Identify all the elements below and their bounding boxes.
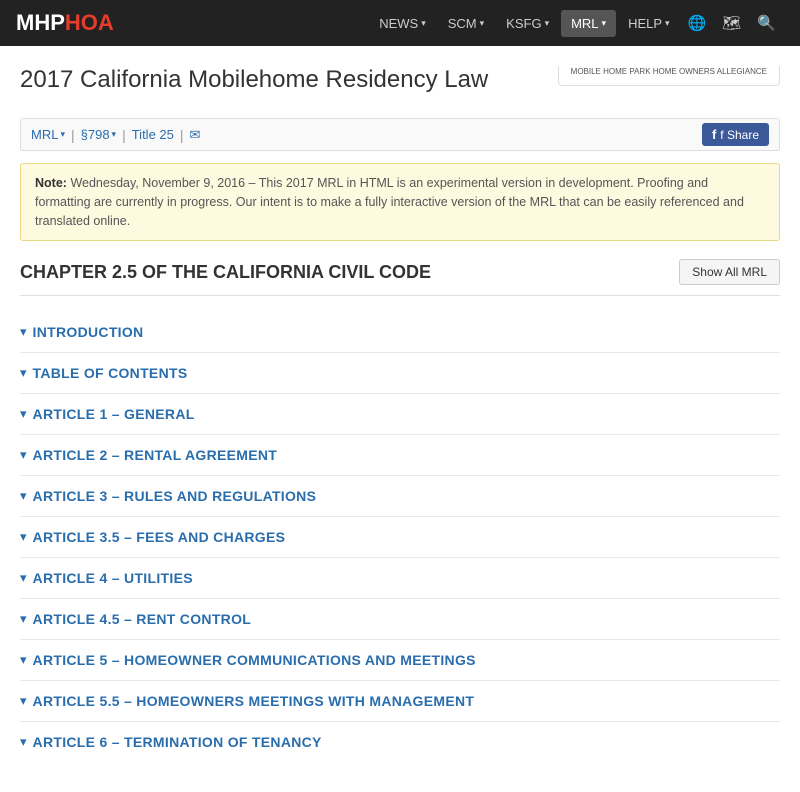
arrow-icon: ▾: [20, 324, 27, 340]
arrow-icon: ▾: [20, 488, 27, 504]
article-item[interactable]: ▾ ARTICLE 5.5 – HOMEOWNERS MEETINGS WITH…: [20, 681, 780, 722]
map-icon[interactable]: 🗺: [714, 8, 749, 38]
logo-box: MHPHOA MOBILE HOME PARK HOME OWNERS ALLE…: [558, 66, 780, 86]
article-item[interactable]: ▾ ARTICLE 4 – UTILITIES: [20, 558, 780, 599]
article-link[interactable]: ARTICLE 3.5 – FEES AND CHARGES: [33, 529, 286, 545]
article-link[interactable]: ARTICLE 5.5 – HOMEOWNERS MEETINGS WITH M…: [33, 693, 475, 709]
search-icon[interactable]: 🔍: [749, 8, 784, 38]
article-item[interactable]: ▾ ARTICLE 5 – HOMEOWNER COMMUNICATIONS A…: [20, 640, 780, 681]
logo-mhp: MHP: [16, 10, 65, 35]
globe-icon[interactable]: 🌐: [680, 8, 715, 38]
article-link[interactable]: ARTICLE 4 – UTILITIES: [33, 570, 193, 586]
article-link[interactable]: TABLE OF CONTENTS: [33, 365, 188, 381]
article-item[interactable]: ▾ ARTICLE 3 – RULES AND REGULATIONS: [20, 476, 780, 517]
article-item[interactable]: ▾ ARTICLE 1 – GENERAL: [20, 394, 780, 435]
site-logo[interactable]: MHPHOA: [16, 10, 114, 36]
breadcrumb-sep-2: |: [122, 127, 126, 143]
note-box: Note: Wednesday, November 9, 2016 – This…: [20, 163, 780, 241]
chevron-down-icon: ▾: [602, 18, 607, 29]
facebook-share-button[interactable]: f f Share: [702, 123, 769, 146]
article-item[interactable]: ▾ ARTICLE 3.5 – FEES AND CHARGES: [20, 517, 780, 558]
chapter-title: CHAPTER 2.5 OF THE CALIFORNIA CIVIL CODE: [20, 262, 431, 283]
arrow-icon: ▾: [20, 693, 27, 709]
breadcrumb-section[interactable]: §798 ▾: [81, 127, 116, 142]
chapter-header: CHAPTER 2.5 OF THE CALIFORNIA CIVIL CODE…: [20, 259, 780, 296]
article-link[interactable]: ARTICLE 3 – RULES AND REGULATIONS: [33, 488, 317, 504]
article-list: ▾ INTRODUCTION ▾ TABLE OF CONTENTS ▾ ART…: [20, 312, 780, 762]
show-all-mrl-button[interactable]: Show All MRL: [679, 259, 780, 285]
main-nav: MHPHOA NEWS ▾ SCM ▾ KSFG ▾ MRL ▾: [0, 0, 800, 46]
breadcrumb-mrl[interactable]: MRL ▾: [31, 127, 65, 142]
fb-share-label: f Share: [720, 128, 759, 142]
logo-hoa: HOA: [65, 10, 114, 35]
arrow-icon: ▾: [20, 734, 27, 750]
nav-menu: NEWS ▾ SCM ▾ KSFG ▾ MRL ▾ HELP ▾: [369, 10, 679, 37]
breadcrumb-title[interactable]: Title 25: [132, 127, 174, 142]
breadcrumb-sep-3: |: [180, 127, 184, 143]
chevron-down-icon: ▾: [545, 18, 550, 29]
arrow-icon: ▾: [20, 611, 27, 627]
chevron-down-icon: ▾: [421, 18, 426, 29]
chevron-down-icon: ▾: [112, 129, 117, 140]
nav-item-news[interactable]: NEWS ▾: [369, 10, 436, 37]
breadcrumb-email-icon[interactable]: ✉: [190, 127, 201, 143]
arrow-icon: ▾: [20, 365, 27, 381]
article-item[interactable]: ▾ INTRODUCTION: [20, 312, 780, 353]
nav-item-scm[interactable]: SCM ▾: [438, 10, 494, 37]
article-link[interactable]: ARTICLE 2 – RENTAL AGREEMENT: [33, 447, 278, 463]
arrow-icon: ▾: [20, 447, 27, 463]
article-item[interactable]: ▾ ARTICLE 6 – TERMINATION OF TENANCY: [20, 722, 780, 762]
nav-item-ksfg[interactable]: KSFG ▾: [496, 10, 559, 37]
article-link[interactable]: ARTICLE 1 – GENERAL: [33, 406, 195, 422]
chevron-down-icon: ▾: [60, 129, 65, 140]
page-container: MHPHOA MOBILE HOME PARK HOME OWNERS ALLE…: [0, 46, 800, 792]
article-link[interactable]: ARTICLE 4.5 – RENT CONTROL: [33, 611, 252, 627]
note-label: Note:: [35, 176, 67, 190]
arrow-icon: ▾: [20, 570, 27, 586]
facebook-icon: f: [712, 127, 716, 142]
nav-item-mrl[interactable]: MRL ▾: [561, 10, 616, 37]
article-link[interactable]: ARTICLE 6 – TERMINATION OF TENANCY: [33, 734, 322, 750]
breadcrumb: MRL ▾ | §798 ▾ | Title 25 | ✉ f f Share: [20, 118, 780, 151]
arrow-icon: ▾: [20, 406, 27, 422]
nav-item-help[interactable]: HELP ▾: [618, 10, 680, 37]
chevron-down-icon: ▾: [480, 18, 485, 29]
article-link[interactable]: INTRODUCTION: [33, 324, 144, 340]
note-text: Wednesday, November 9, 2016 – This 2017 …: [35, 176, 744, 228]
chevron-down-icon: ▾: [665, 18, 670, 29]
article-link[interactable]: ARTICLE 5 – HOMEOWNER COMMUNICATIONS AND…: [33, 652, 476, 668]
arrow-icon: ▾: [20, 652, 27, 668]
logo-box-subtitle: MOBILE HOME PARK HOME OWNERS ALLEGIANCE: [571, 67, 767, 77]
breadcrumb-sep-1: |: [71, 127, 75, 143]
arrow-icon: ▾: [20, 529, 27, 545]
article-item[interactable]: ▾ ARTICLE 4.5 – RENT CONTROL: [20, 599, 780, 640]
article-item[interactable]: ▾ TABLE OF CONTENTS: [20, 353, 780, 394]
article-item[interactable]: ▾ ARTICLE 2 – RENTAL AGREEMENT: [20, 435, 780, 476]
